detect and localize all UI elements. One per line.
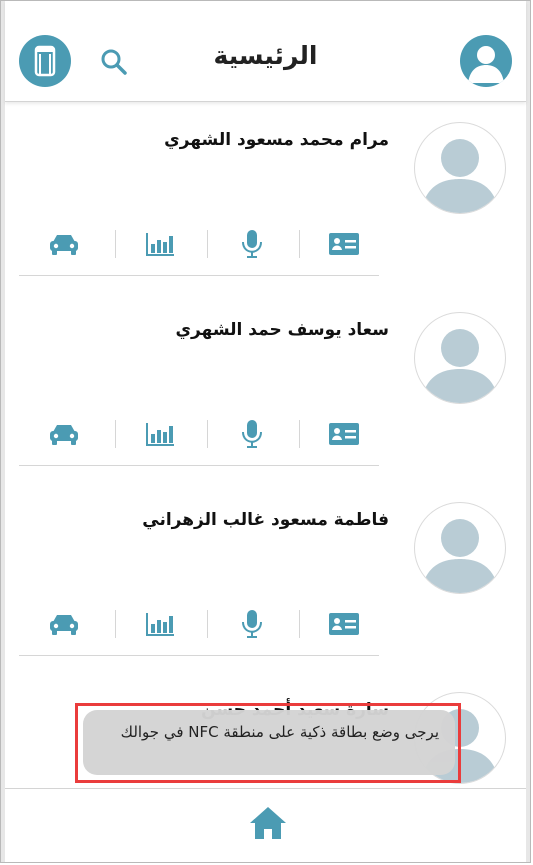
- microphone-icon: [242, 230, 262, 258]
- avatar: [414, 122, 506, 214]
- id-card-button[interactable]: [299, 604, 389, 644]
- voice-button[interactable]: [207, 414, 297, 454]
- person-name: مرام محمد مسعود الشهري: [164, 130, 389, 150]
- microphone-icon: [242, 610, 262, 638]
- action-row: [19, 414, 379, 454]
- avatar: [414, 502, 506, 594]
- bottom-nav: [5, 788, 526, 862]
- car-icon: [50, 615, 78, 635]
- page-title: الرئيسية: [213, 41, 318, 70]
- stats-button[interactable]: [115, 224, 205, 264]
- right-edge: [526, 1, 530, 862]
- id-card-button[interactable]: [299, 224, 389, 264]
- user-avatar-icon: [421, 519, 499, 593]
- action-row: [19, 604, 379, 644]
- highlight-box: [75, 703, 461, 783]
- voice-button[interactable]: [207, 224, 297, 264]
- user-avatar-icon: [468, 46, 504, 83]
- row-divider: [19, 655, 379, 656]
- home-button[interactable]: [249, 804, 287, 842]
- profile-button[interactable]: [460, 35, 512, 87]
- microphone-icon: [242, 420, 262, 448]
- car-icon: [50, 235, 78, 255]
- vehicle-button[interactable]: [19, 604, 109, 644]
- list-item[interactable]: مرام محمد مسعود الشهري: [5, 102, 526, 292]
- stats-button[interactable]: [115, 414, 205, 454]
- voice-button[interactable]: [207, 604, 297, 644]
- home-icon: [250, 807, 286, 839]
- id-card-icon: [329, 423, 359, 445]
- user-avatar-icon: [421, 139, 499, 213]
- id-card-icon: [329, 233, 359, 255]
- stats-button[interactable]: [115, 604, 205, 644]
- bar-chart-icon: [146, 613, 174, 636]
- id-card-icon: [329, 613, 359, 635]
- row-divider: [19, 465, 379, 466]
- person-name: فاطمة مسعود غالب الزهراني: [142, 510, 389, 530]
- action-row: [19, 224, 379, 264]
- person-name: سعاد يوسف حمد الشهري: [175, 320, 389, 340]
- list-item[interactable]: سعاد يوسف حمد الشهري: [5, 292, 526, 482]
- app-screen: الرئيسية مرام محمد مسعود الشهري سعاد يوس…: [0, 0, 531, 863]
- vehicle-button[interactable]: [19, 414, 109, 454]
- avatar: [414, 312, 506, 404]
- bar-chart-icon: [146, 233, 174, 256]
- top-app-bar: الرئيسية: [5, 1, 526, 102]
- bar-chart-icon: [146, 423, 174, 446]
- members-list[interactable]: مرام محمد مسعود الشهري سعاد يوسف حمد الش…: [5, 102, 526, 788]
- user-avatar-icon: [421, 329, 499, 403]
- list-item[interactable]: فاطمة مسعود غالب الزهراني: [5, 482, 526, 672]
- vehicle-button[interactable]: [19, 224, 109, 264]
- row-divider: [19, 275, 379, 276]
- car-icon: [50, 425, 78, 445]
- id-card-button[interactable]: [299, 414, 389, 454]
